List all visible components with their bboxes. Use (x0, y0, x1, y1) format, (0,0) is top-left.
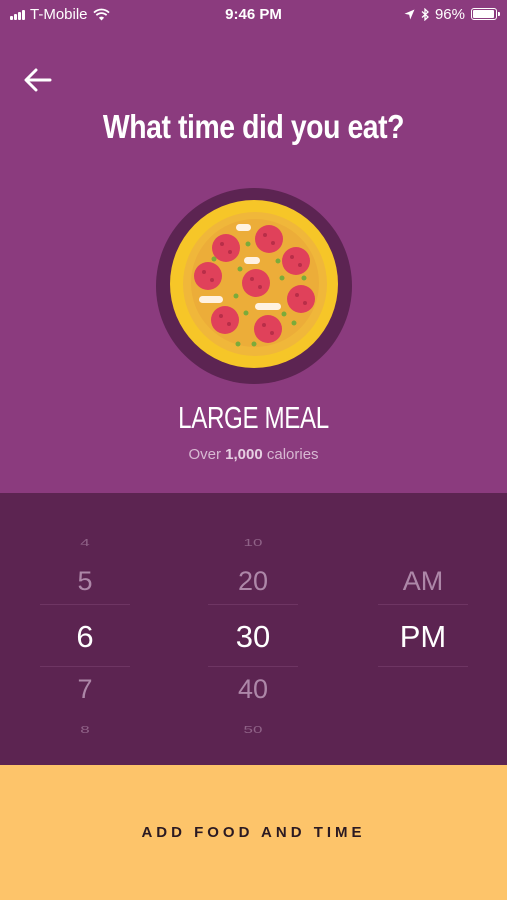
add-food-and-time-label: ADD FOOD AND TIME (141, 824, 366, 841)
selection-line-top (40, 604, 130, 605)
wifi-icon (92, 8, 110, 20)
minute-option[interactable]: 20 (208, 566, 298, 597)
time-picker[interactable]: 4 5 6 7 8 10 20 30 40 50 AM PM (0, 493, 507, 765)
meal-name: LARGE MEAL (178, 400, 329, 435)
ampm-option[interactable]: AM (378, 566, 468, 597)
add-food-and-time-button[interactable]: ADD FOOD AND TIME (0, 765, 507, 900)
minute-wheel[interactable]: 10 20 30 40 50 (208, 493, 298, 765)
bluetooth-icon (421, 7, 429, 21)
pizza-icon (156, 188, 352, 384)
calorie-value: 1,000 (225, 446, 263, 463)
status-right: 96% (337, 5, 500, 23)
minute-option[interactable]: 40 (208, 674, 298, 705)
battery-percent: 96% (434, 5, 465, 23)
back-button[interactable] (18, 60, 58, 100)
hour-option[interactable]: 8 (40, 724, 130, 736)
battery-icon (470, 8, 500, 20)
selection-line-bottom (208, 666, 298, 667)
status-left: T-Mobile (10, 6, 170, 23)
selection-line-bottom (378, 666, 468, 667)
minute-option[interactable]: 50 (208, 724, 298, 736)
signal-icon (10, 9, 25, 20)
status-bar: T-Mobile 9:46 PM 96% (0, 0, 507, 28)
minute-option[interactable]: 10 (208, 537, 298, 549)
location-arrow-icon (404, 9, 415, 19)
ampm-wheel[interactable]: AM PM (378, 493, 468, 765)
hour-selected[interactable]: 6 (40, 619, 130, 655)
selection-line-top (378, 604, 468, 605)
hour-option[interactable]: 5 (40, 566, 130, 597)
status-time: 9:46 PM (225, 5, 282, 23)
minute-selected[interactable]: 30 (208, 619, 298, 655)
hour-option[interactable]: 4 (40, 537, 130, 549)
selection-line-top (208, 604, 298, 605)
hour-option[interactable]: 7 (40, 674, 130, 705)
arrow-left-icon (24, 68, 52, 92)
carrier-label: T-Mobile (30, 5, 88, 23)
hour-wheel[interactable]: 4 5 6 7 8 (40, 493, 130, 765)
selection-line-bottom (40, 666, 130, 667)
ampm-selected[interactable]: PM (378, 619, 468, 655)
page-title: What time did you eat? (102, 108, 405, 145)
meal-subtitle: Over 1,000 calories (188, 446, 319, 463)
